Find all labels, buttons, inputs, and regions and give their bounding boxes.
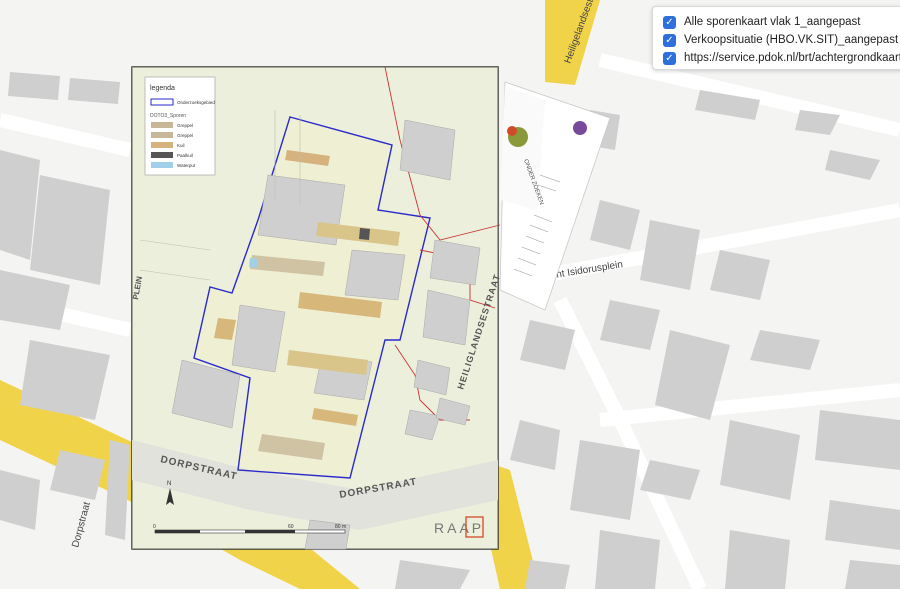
overlay-map-sheet: legenda Onderzoeksgebied DOTO3_Sporen Gr…	[131, 66, 502, 550]
raap-logo: RAAP	[434, 520, 484, 536]
client-logo-icon	[573, 121, 587, 135]
legend-swatch-kuil	[151, 142, 173, 148]
layer-checkbox-pdok-wmts[interactable]: ✓	[663, 51, 676, 65]
scale-label-60: 60	[288, 524, 294, 530]
layer-row-verkoopsituatie[interactable]: ✓ Verkoopsituatie (HBO.VK.SIT)_aangepast	[663, 31, 898, 49]
layer-label-sporenkaart: Alle sporenkaart vlak 1_aangepast	[684, 16, 861, 28]
onderzoeken-logo-accent-icon	[507, 126, 517, 136]
layer-row-sporenkaart[interactable]: ✓ Alle sporenkaart vlak 1_aangepast	[663, 13, 860, 31]
legend-title: legenda	[150, 85, 175, 92]
legend-section: DOTO3_Sporen	[150, 113, 186, 119]
legend-swatch-greppel-2	[151, 132, 173, 138]
legend-label-greppel-2: Greppel	[177, 133, 193, 138]
layer-row-pdok-wmts[interactable]: ✓ https://service.pdok.nl/brt/achtergron…	[663, 49, 900, 67]
legend-label-waterput: Waterput	[177, 163, 196, 168]
scale-label-80: 80 m	[335, 524, 346, 530]
legend-label-kuil: Kuil	[177, 143, 185, 148]
layer-label-verkoopsituatie: Verkoopsituatie (HBO.VK.SIT)_aangepast	[684, 34, 899, 46]
legend-label-onderzoeksgebied: Onderzoeksgebied	[177, 100, 215, 105]
layer-checkbox-sporenkaart[interactable]: ✓	[663, 15, 676, 29]
layer-label-pdok-wmts: https://service.pdok.nl/brt/achtergrondk…	[684, 52, 900, 64]
layer-checkbox-verkoopsituatie[interactable]: ✓	[663, 33, 676, 47]
legend-swatch-waterput	[151, 162, 173, 168]
legend: legenda Onderzoeksgebied DOTO3_Sporen Gr…	[144, 76, 216, 176]
north-label: N	[167, 481, 171, 487]
legend-label-greppel: Greppel	[177, 123, 193, 128]
legend-label-paalkuil: Paalkuil	[177, 153, 193, 158]
legend-swatch-paalkuil	[151, 152, 173, 158]
map-canvas[interactable]: Heiligelandsestr Sint Isidorusplein Dorp…	[0, 0, 900, 589]
legend-swatch-greppel	[151, 122, 173, 128]
layer-control-panel: ✓ Alle sporenkaart vlak 1_aangepast ✓ Ve…	[652, 6, 900, 70]
scale-label-0: 0	[153, 524, 156, 530]
